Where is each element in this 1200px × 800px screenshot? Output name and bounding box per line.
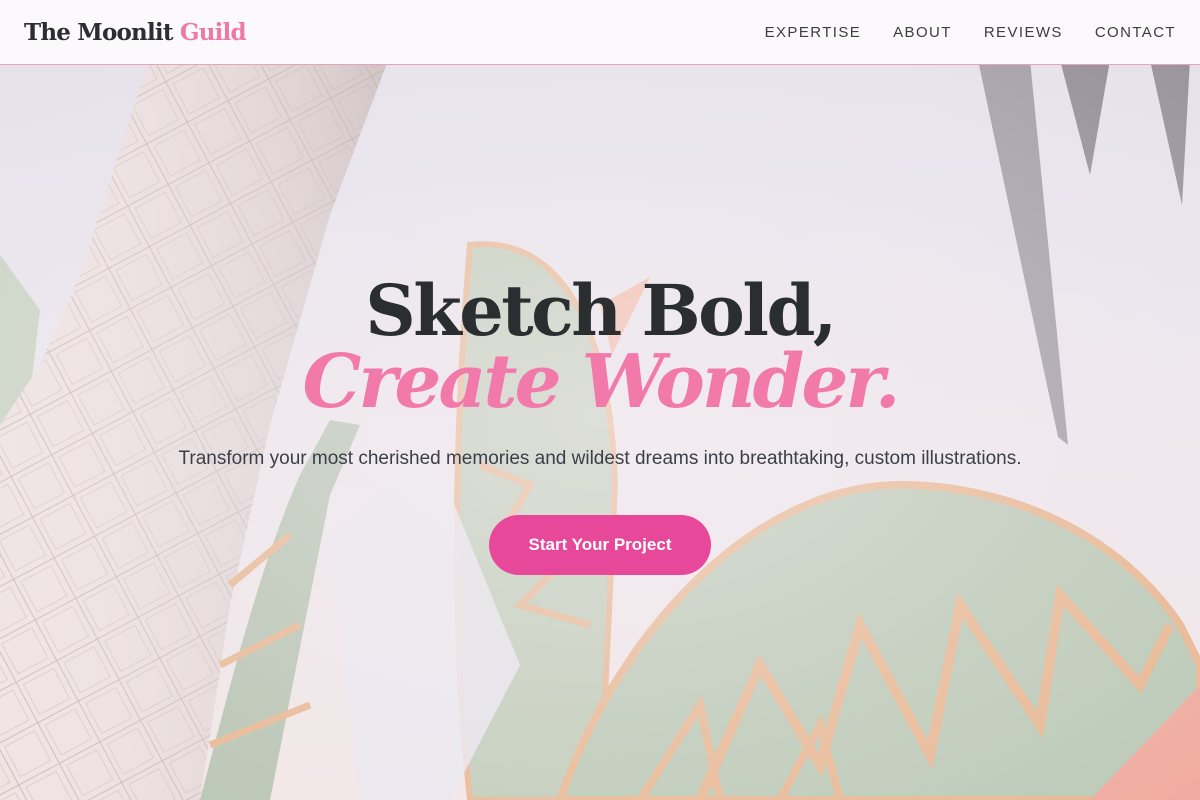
hero-section: Sketch Bold, Create Wonder. Transform yo…: [0, 65, 1200, 800]
brand-logo[interactable]: The Moonlit Guild: [24, 18, 247, 46]
nav-item-expertise[interactable]: EXPERTISE: [765, 24, 862, 41]
nav-item-reviews[interactable]: REVIEWS: [984, 24, 1063, 41]
main-nav: EXPERTISE ABOUT REVIEWS CONTACT: [765, 24, 1176, 41]
nav-item-contact[interactable]: CONTACT: [1095, 24, 1176, 41]
hero-headline: Sketch Bold,: [365, 269, 837, 352]
start-project-button[interactable]: Start Your Project: [488, 515, 712, 575]
site-header: The Moonlit Guild EXPERTISE ABOUT REVIEW…: [0, 0, 1200, 65]
hero-content: Sketch Bold, Create Wonder. Transform yo…: [0, 269, 1200, 575]
brand-name: The Moonlit: [24, 18, 173, 46]
hero-headline-accent: Create Wonder.: [302, 339, 901, 425]
hero-subtitle: Transform your most cherished memories a…: [178, 448, 1022, 469]
nav-item-about[interactable]: ABOUT: [893, 24, 952, 41]
brand-name-accent: Guild: [179, 18, 247, 46]
